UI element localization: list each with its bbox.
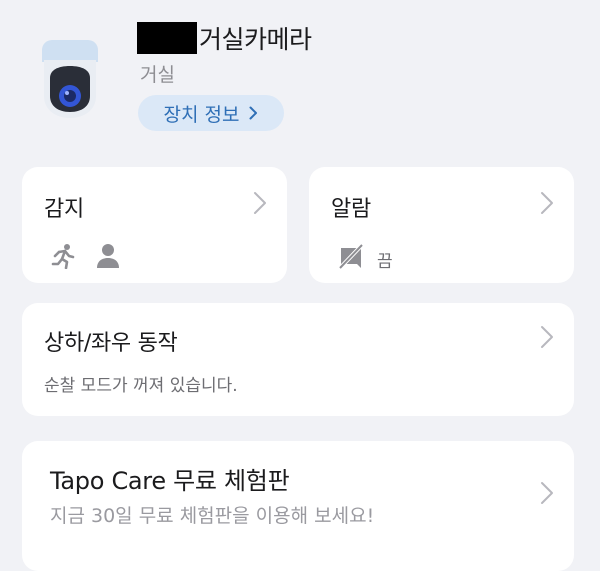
chevron-right-icon <box>253 191 267 215</box>
person-running-icon <box>50 243 76 273</box>
device-name: 거실카메라 <box>199 25 312 54</box>
pan-tilt-title: 상하/좌우 동작 <box>44 331 178 356</box>
chevron-right-icon <box>540 481 554 505</box>
device-info-label: 장치 정보 <box>163 103 240 126</box>
chevron-right-icon <box>540 191 554 215</box>
alarm-card[interactable]: 알람 끔 <box>309 167 574 283</box>
alarm-off-icon <box>337 242 365 274</box>
chevron-right-icon <box>540 325 554 349</box>
device-name-row: 거실카메라 <box>137 20 312 56</box>
chevron-right-icon <box>249 106 258 120</box>
tapo-care-card[interactable]: Tapo Care 무료 체험판 지금 30일 무료 체험판을 이용해 보세요! <box>22 441 574 571</box>
device-info-button[interactable]: 장치 정보 <box>138 95 284 131</box>
device-header: 거실카메라 거실 장치 정보 <box>0 0 600 150</box>
camera-icon <box>40 38 100 120</box>
person-icon <box>96 243 120 273</box>
pan-tilt-card[interactable]: 상하/좌우 동작 순찰 모드가 꺼져 있습니다. <box>22 303 574 416</box>
room-name: 거실 <box>140 64 175 86</box>
detection-card[interactable]: 감지 <box>22 167 287 283</box>
detection-title: 감지 <box>44 197 84 222</box>
redacted-block <box>137 22 197 54</box>
patrol-mode-status: 순찰 모드가 꺼져 있습니다. <box>44 376 238 396</box>
alarm-status: 끔 <box>377 252 393 272</box>
alarm-title: 알람 <box>331 197 371 222</box>
tapo-care-title: Tapo Care 무료 체험판 <box>50 467 290 495</box>
tapo-care-subtitle: 지금 30일 무료 체험판을 이용해 보세요! <box>50 505 375 527</box>
